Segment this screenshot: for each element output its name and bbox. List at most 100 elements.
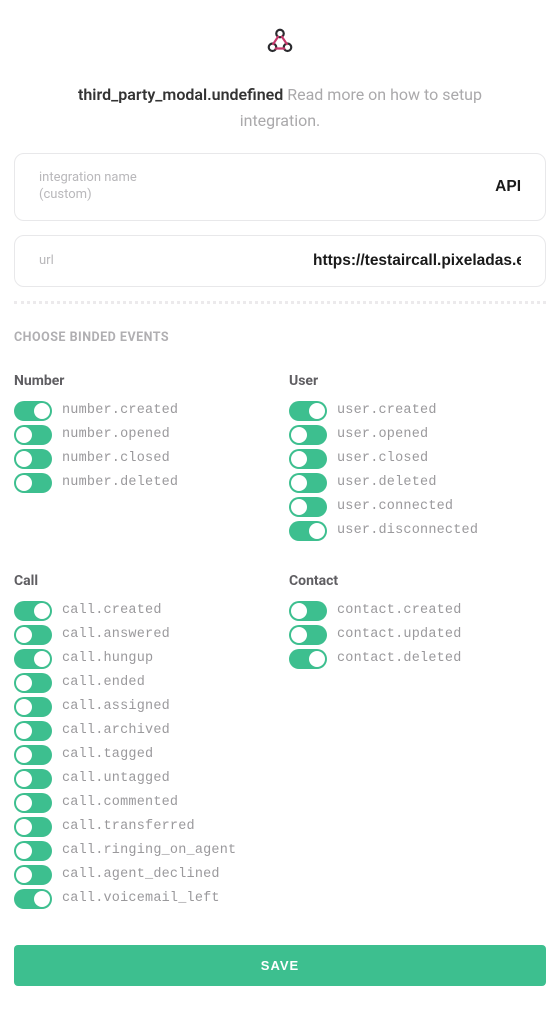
event-label: call.agent_declined [62,867,220,882]
toggle-knob [34,403,50,419]
event-toggle[interactable] [14,769,52,789]
event-group: Contactcontact.createdcontact.updatedcon… [289,573,546,911]
group-title: Number [14,373,271,389]
event-toggle[interactable] [14,721,52,741]
divider [14,301,546,304]
toggle-knob [16,867,32,883]
event-label: call.ended [62,675,145,690]
event-label: number.created [62,403,178,418]
group-title: User [289,373,546,389]
toggle-knob [291,499,307,515]
toggle-knob [34,651,50,667]
event-row: call.hungup [14,647,271,671]
event-toggle[interactable] [14,817,52,837]
event-toggle[interactable] [14,889,52,909]
toggle-knob [309,523,325,539]
event-row: call.transferred [14,815,271,839]
event-row: call.ringing_on_agent [14,839,271,863]
modal-title: third_party_modal.undefined [78,85,283,104]
event-row: call.tagged [14,743,271,767]
event-label: user.closed [337,451,428,466]
event-group: Number number.created number.opened number.… [14,373,271,543]
event-toggle[interactable] [14,401,52,421]
integration-name-field[interactable]: integration name (custom) [14,153,546,221]
toggle-knob [291,627,307,643]
save-button[interactable]: SAVE [14,945,546,986]
events-section-label: CHOOSE BINDED EVENTS [14,330,546,345]
toggle-knob [16,843,32,859]
event-row: contact.created [289,599,546,623]
toggle-knob [291,603,307,619]
toggle-knob [16,747,32,763]
event-row: user.created [289,399,546,423]
event-toggle[interactable] [289,625,327,645]
event-row: number.opened [14,423,271,447]
event-toggle[interactable] [14,601,52,621]
event-row: contact.deleted [289,647,546,671]
event-group: Call call.created call.answered call.hungup… [14,573,271,911]
event-label: number.closed [62,451,170,466]
url-input[interactable] [313,252,521,270]
event-row: contact.updated [289,623,546,647]
toggle-knob [34,603,50,619]
event-label: user.opened [337,427,428,442]
event-row: call.untagged [14,767,271,791]
event-row: user.connected [289,495,546,519]
event-label: contact.updated [337,627,462,642]
event-toggle[interactable] [289,473,327,493]
event-toggle[interactable] [289,601,327,621]
toggle-knob [291,427,307,443]
event-toggle[interactable] [14,865,52,885]
event-toggle[interactable] [14,793,52,813]
integration-name-input[interactable] [313,178,521,196]
event-row: call.ended [14,671,271,695]
event-label: call.tagged [62,747,153,762]
toggle-knob [16,627,32,643]
event-toggle[interactable] [14,673,52,693]
event-toggle[interactable] [289,425,327,445]
event-toggle[interactable] [289,401,327,421]
event-label: number.opened [62,427,170,442]
toggle-knob [291,475,307,491]
group-title: Call [14,573,271,589]
event-label: call.created [62,603,162,618]
event-label: user.created [337,403,437,418]
event-toggle[interactable] [14,697,52,717]
event-toggle[interactable] [14,425,52,445]
event-label: contact.deleted [337,651,462,666]
event-toggle[interactable] [14,841,52,861]
toggle-knob [291,451,307,467]
event-label: call.commented [62,795,178,810]
event-label: call.assigned [62,699,170,714]
toggle-knob [16,675,32,691]
toggle-knob [16,771,32,787]
toggle-knob [16,819,32,835]
url-label: url [39,253,54,270]
event-label: user.disconnected [337,523,478,538]
event-toggle[interactable] [14,625,52,645]
event-row: user.deleted [289,471,546,495]
webhook-logo [14,14,546,68]
toggle-knob [16,795,32,811]
event-row: number.created [14,399,271,423]
event-toggle[interactable] [289,649,327,669]
event-row: call.assigned [14,695,271,719]
event-label: call.answered [62,627,170,642]
toggle-knob [16,475,32,491]
event-row: number.closed [14,447,271,471]
event-toggle[interactable] [289,521,327,541]
event-label: contact.created [337,603,462,618]
event-toggle[interactable] [289,497,327,517]
event-toggle[interactable] [14,745,52,765]
event-toggle[interactable] [289,449,327,469]
toggle-knob [16,451,32,467]
event-row: call.agent_declined [14,863,271,887]
url-field[interactable]: url [14,235,546,287]
event-label: call.hungup [62,651,153,666]
event-toggle[interactable] [14,649,52,669]
event-label: call.transferred [62,819,195,834]
toggle-knob [34,891,50,907]
event-toggle[interactable] [14,449,52,469]
event-toggle[interactable] [14,473,52,493]
webhook-icon [265,26,295,56]
